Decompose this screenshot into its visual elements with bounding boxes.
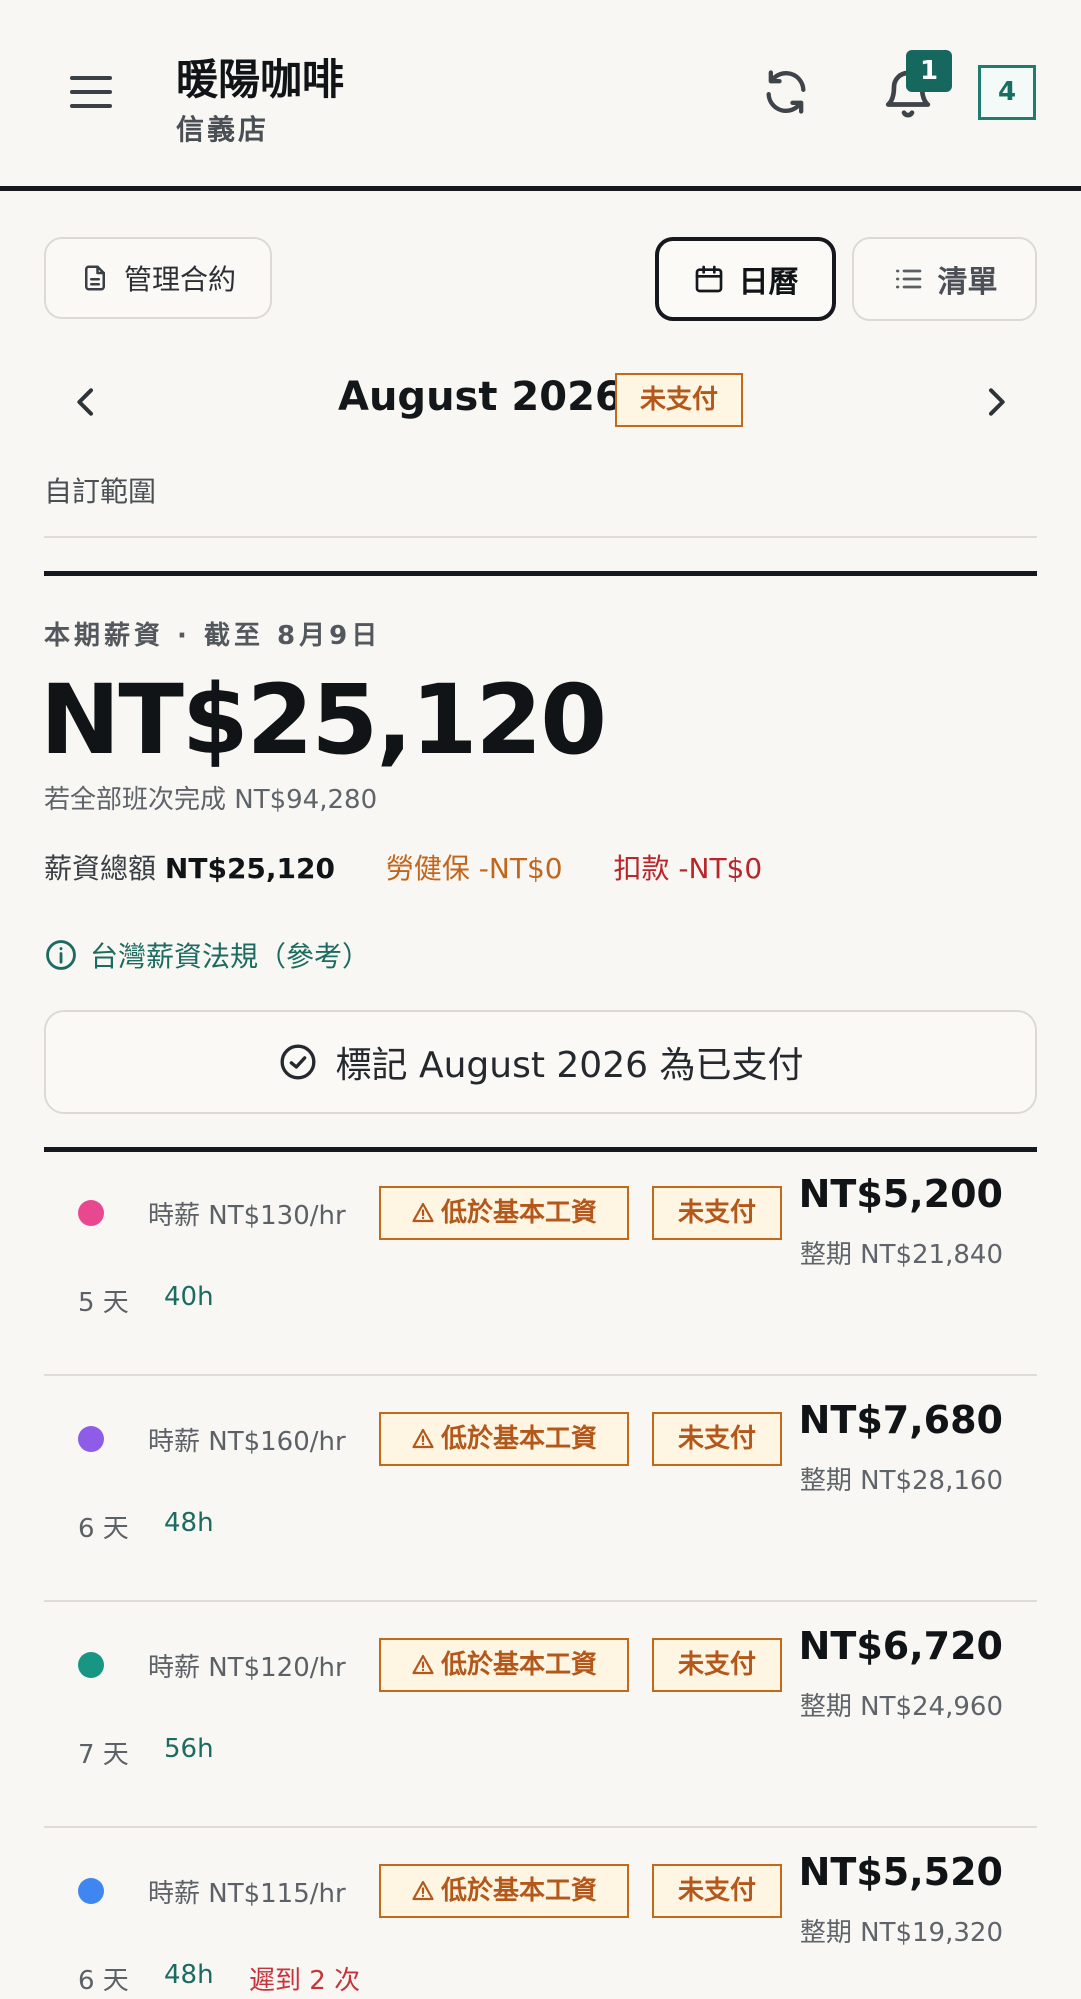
employee-color-dot — [78, 1878, 104, 1904]
shop-branch: 信義店 — [176, 113, 270, 146]
projected-amount: 若全部班次完成 NT$94,280 — [44, 785, 378, 815]
employee-hours: 48h — [164, 1508, 214, 1538]
employee-row[interactable]: 時薪 NT$115/hr 低於基本工資 未支付 NT$5,520 整期 NT$1… — [44, 1828, 1037, 1999]
employee-amount: NT$7,680 — [798, 1398, 1003, 1442]
warning-icon — [412, 1654, 434, 1675]
calendar-icon — [695, 265, 722, 293]
chevron-left-icon[interactable] — [66, 382, 106, 422]
below-minimum-wage-badge: 低於基本工資 — [379, 1864, 629, 1918]
count-badge[interactable]: 4 — [978, 65, 1036, 120]
refresh-icon[interactable] — [760, 66, 812, 118]
list-icon — [895, 269, 921, 289]
payment-status-badge: 未支付 — [652, 1412, 782, 1466]
employee-hours: 56h — [164, 1734, 214, 1764]
header-divider — [0, 186, 1081, 191]
wage-law-label: 台灣薪資法規（參考） — [90, 940, 371, 973]
info-icon — [46, 940, 76, 970]
calendar-view-button[interactable]: 日曆 — [655, 237, 836, 321]
menu-icon[interactable] — [68, 70, 114, 114]
below-minimum-wage-badge: 低於基本工資 — [379, 1186, 629, 1240]
warning-icon — [412, 1428, 434, 1449]
employee-rate: 時薪 NT$160/hr — [148, 1427, 346, 1457]
employee-days: 6 天 — [78, 1966, 129, 1996]
payment-status-badge: 未支付 — [652, 1864, 782, 1918]
period-label: 本期薪資 · 截至 8月9日 — [44, 621, 382, 651]
warning-icon — [412, 1880, 434, 1901]
shop-name: 暖陽咖啡 — [176, 55, 345, 104]
section-divider — [44, 571, 1037, 576]
warning-icon — [412, 1202, 434, 1223]
pay-breakdown: 薪資總額 NT$25,120 勞健保 -NT$0 扣款 -NT$0 — [44, 847, 762, 887]
insurance-deduction: 勞健保 -NT$0 — [385, 852, 563, 885]
other-deduction: 扣款 -NT$0 — [613, 852, 763, 885]
employee-full-period: 整期 NT$21,840 — [799, 1240, 1003, 1270]
below-minimum-wage-badge: 低於基本工資 — [379, 1412, 629, 1466]
employee-hours: 48h — [164, 1960, 214, 1990]
employee-hours: 40h — [164, 1282, 214, 1312]
mark-paid-label: 標記 August 2026 為已支付 — [335, 1045, 804, 1086]
manage-contracts-label: 管理合約 — [123, 263, 236, 296]
list-view-button[interactable]: 清單 — [852, 237, 1037, 321]
employee-color-dot — [78, 1426, 104, 1452]
employee-full-period: 整期 NT$19,320 — [799, 1918, 1003, 1948]
employee-days: 5 天 — [78, 1288, 129, 1318]
employee-row[interactable]: 時薪 NT$120/hr 低於基本工資 未支付 NT$6,720 整期 NT$2… — [44, 1602, 1037, 1828]
calendar-view-label: 日曆 — [738, 265, 799, 300]
app-header: 暖陽咖啡 信義店 1 4 — [0, 0, 1081, 192]
gross-value: NT$25,120 — [164, 852, 335, 885]
employee-rate: 時薪 NT$120/hr — [148, 1653, 346, 1683]
employee-rate: 時薪 NT$130/hr — [148, 1201, 346, 1231]
document-icon — [84, 265, 105, 291]
check-circle-icon — [280, 1044, 316, 1080]
list-view-label: 清單 — [937, 265, 998, 300]
period-amount: NT$25,120 — [40, 664, 607, 776]
month-status-badge: 未支付 — [615, 373, 743, 427]
month-title: August 2026 — [338, 374, 623, 420]
mark-paid-button[interactable]: 標記 August 2026 為已支付 — [44, 1010, 1037, 1114]
divider — [44, 536, 1037, 538]
wage-law-link[interactable]: 台灣薪資法規（參考） — [44, 935, 370, 975]
employee-color-dot — [78, 1652, 104, 1678]
employee-days: 7 天 — [78, 1740, 129, 1770]
employee-full-period: 整期 NT$24,960 — [799, 1692, 1003, 1722]
notification-badge: 1 — [906, 50, 952, 92]
employee-amount: NT$5,520 — [798, 1850, 1003, 1894]
employee-amount: NT$6,720 — [798, 1624, 1003, 1668]
payment-status-badge: 未支付 — [652, 1638, 782, 1692]
employee-rate: 時薪 NT$115/hr — [148, 1879, 346, 1909]
employee-full-period: 整期 NT$28,160 — [799, 1466, 1003, 1496]
employee-late-count: 遲到 2 次 — [249, 1966, 361, 1996]
chevron-right-icon[interactable] — [976, 382, 1016, 422]
gross-label: 薪資總額 — [44, 852, 157, 885]
custom-range-link[interactable]: 自訂範圍 — [44, 470, 156, 510]
below-minimum-wage-badge: 低於基本工資 — [379, 1638, 629, 1692]
employee-row[interactable]: 時薪 NT$130/hr 低於基本工資 未支付 NT$5,200 整期 NT$2… — [44, 1150, 1037, 1376]
employee-amount: NT$5,200 — [798, 1172, 1003, 1216]
employee-days: 6 天 — [78, 1514, 129, 1544]
payment-status-badge: 未支付 — [652, 1186, 782, 1240]
payroll-page: 暖陽咖啡 信義店 1 4 管理合約 日曆 清單 August 2026 未支付 … — [0, 0, 1081, 1999]
employee-row[interactable]: 時薪 NT$160/hr 低於基本工資 未支付 NT$7,680 整期 NT$2… — [44, 1376, 1037, 1602]
manage-contracts-button[interactable]: 管理合約 — [44, 237, 272, 319]
employee-color-dot — [78, 1200, 104, 1226]
